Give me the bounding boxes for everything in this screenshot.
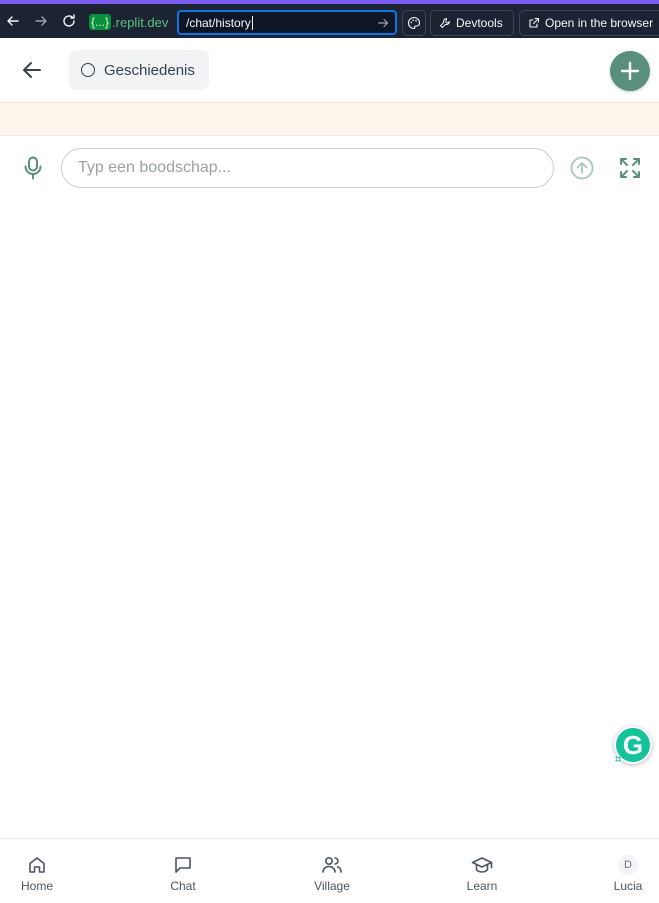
avatar: D bbox=[618, 855, 638, 875]
users-icon bbox=[322, 856, 342, 873]
url-input[interactable]: /chat/history bbox=[177, 10, 397, 35]
open-in-browser-button[interactable]: Open in the browser bbox=[519, 10, 659, 36]
nav-label-learn: Learn bbox=[466, 879, 498, 893]
browser-reload-icon[interactable] bbox=[59, 11, 79, 31]
home-icon bbox=[29, 857, 45, 873]
external-link-icon bbox=[529, 17, 540, 28]
nav-item-chat[interactable]: Chat bbox=[148, 855, 218, 893]
devtools-label: Devtools bbox=[456, 16, 503, 30]
domain-suffix: .replit.dev bbox=[112, 14, 169, 30]
arrow-up-circle-icon bbox=[570, 156, 594, 180]
message-input[interactable] bbox=[61, 148, 554, 188]
nav-item-home[interactable]: Home bbox=[2, 855, 72, 893]
bottom-nav: Home Chat Village Learn D Lucia bbox=[0, 838, 659, 903]
devtools-button[interactable]: Devtools bbox=[430, 10, 514, 36]
microphone-button[interactable] bbox=[22, 156, 44, 180]
open-browser-label: Open in the browser bbox=[545, 16, 654, 30]
text-caret bbox=[251, 15, 253, 30]
arrow-left-icon bbox=[23, 62, 41, 78]
nav-item-profile[interactable]: D Lucia bbox=[593, 855, 659, 893]
wrench-icon bbox=[440, 18, 450, 28]
circle-icon bbox=[81, 63, 95, 77]
browser-back-icon[interactable] bbox=[3, 11, 23, 31]
theme-palette-button[interactable] bbox=[402, 10, 426, 36]
browser-forward-icon[interactable] bbox=[31, 11, 51, 31]
nav-label-village: Village bbox=[314, 879, 350, 893]
new-chat-button[interactable] bbox=[610, 51, 650, 91]
graduation-cap-icon bbox=[471, 857, 493, 873]
grammarly-letter: G bbox=[622, 729, 644, 760]
chat-icon bbox=[175, 857, 191, 873]
nav-label-chat: Chat bbox=[170, 879, 196, 893]
microphone-icon bbox=[24, 156, 42, 180]
history-button[interactable]: Geschiedenis bbox=[69, 50, 209, 90]
nav-item-village[interactable]: Village bbox=[297, 855, 367, 893]
app-header: Geschiedenis bbox=[0, 38, 659, 102]
plus-icon bbox=[620, 61, 640, 81]
domain-tag: {...} bbox=[89, 14, 112, 30]
maximize-icon bbox=[620, 158, 640, 178]
grammarly-dots bbox=[615, 756, 621, 762]
notice-banner bbox=[0, 102, 659, 136]
palette-icon bbox=[408, 16, 421, 30]
nav-label-profile: Lucia bbox=[613, 879, 643, 893]
history-label: Geschiedenis bbox=[104, 61, 195, 79]
url-path[interactable]: /chat/history bbox=[186, 16, 251, 30]
grammarly-button[interactable]: G bbox=[614, 726, 652, 764]
expand-button[interactable] bbox=[618, 156, 642, 180]
send-button[interactable] bbox=[570, 156, 594, 180]
nav-item-learn[interactable]: Learn bbox=[447, 855, 517, 893]
back-button[interactable] bbox=[20, 58, 44, 82]
browser-toolbar: {...} .replit.dev /chat/history Devtools… bbox=[0, 0, 659, 38]
go-arrow-icon[interactable] bbox=[377, 16, 389, 34]
nav-label-home: Home bbox=[20, 879, 53, 893]
dev-domain: {...} .replit.dev bbox=[85, 10, 177, 34]
